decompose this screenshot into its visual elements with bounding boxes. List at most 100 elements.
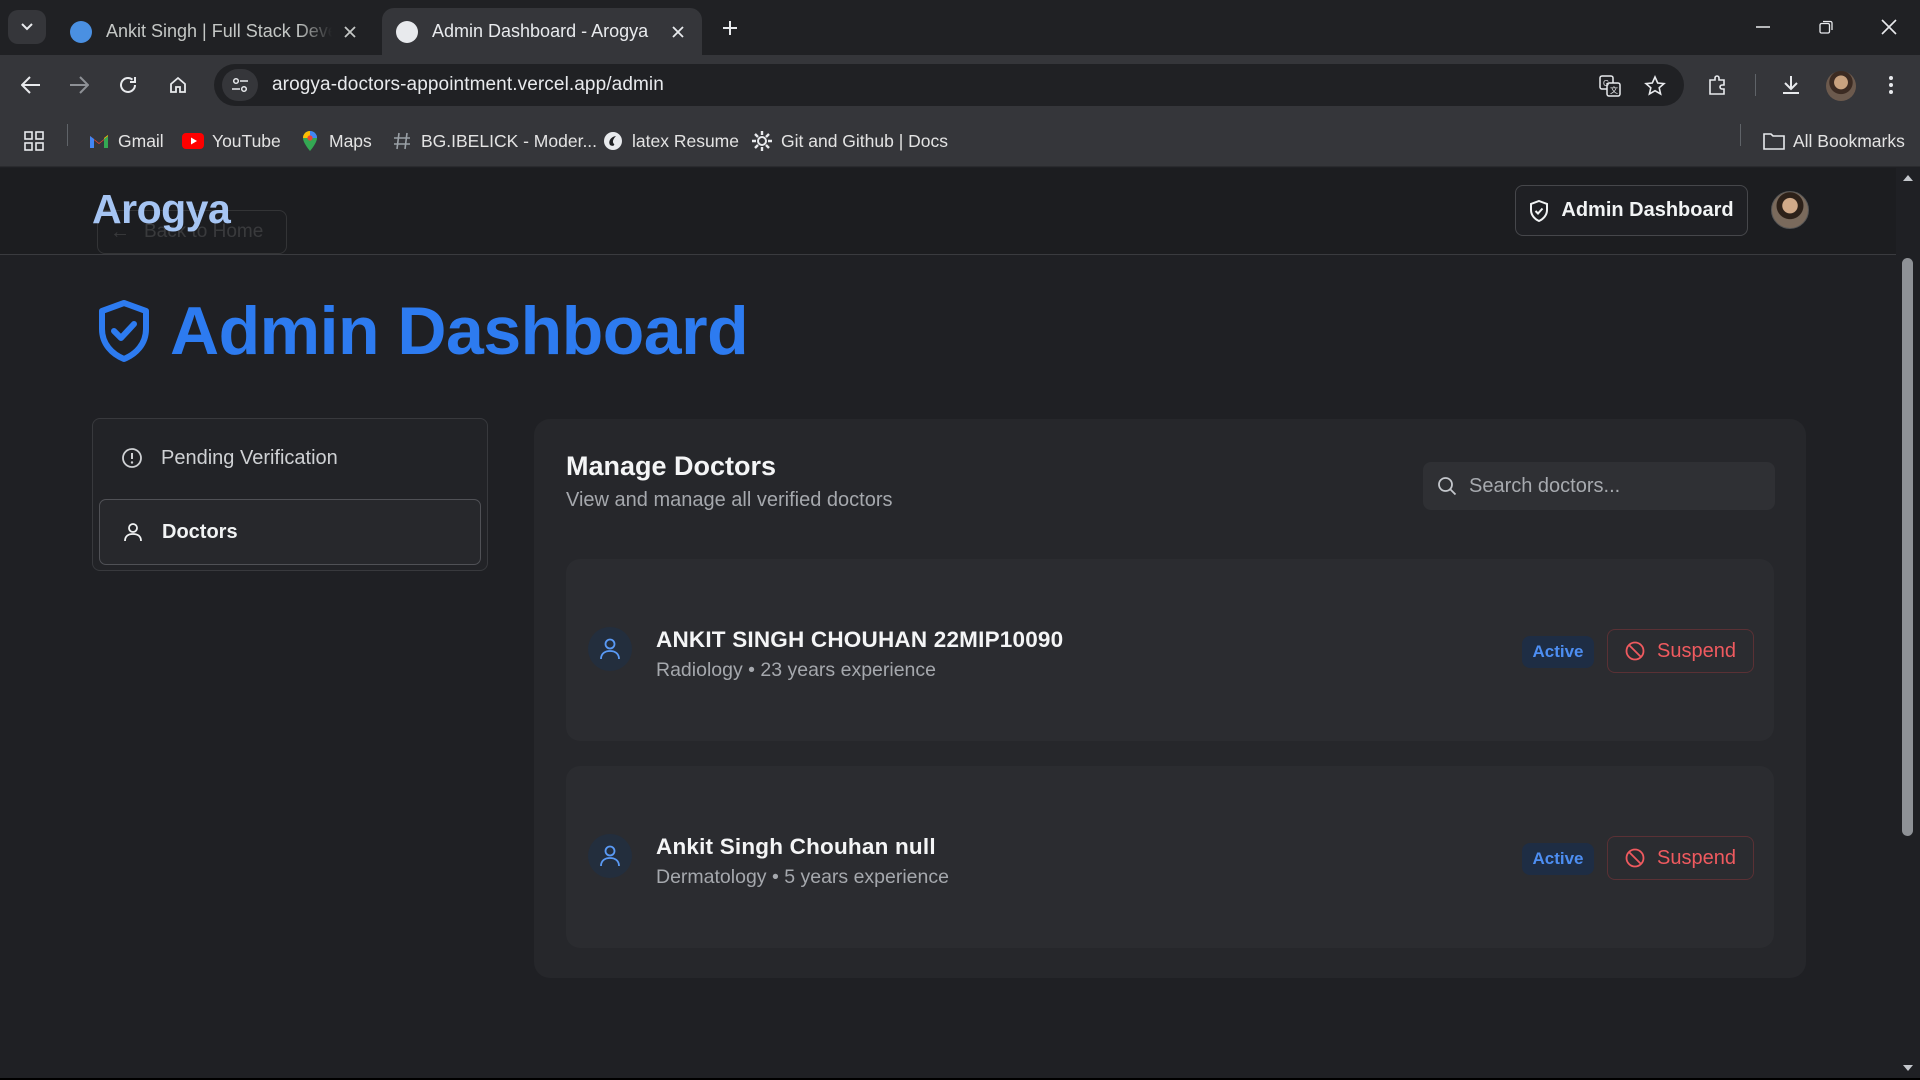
gmail-icon bbox=[88, 130, 110, 152]
home-icon bbox=[170, 76, 186, 93]
scrollbar-thumb[interactable] bbox=[1902, 258, 1913, 836]
profile-avatar-button[interactable] bbox=[1826, 71, 1856, 101]
url-text: arogya-doctors-appointment.vercel.app/ad… bbox=[272, 74, 664, 95]
scroll-up-icon[interactable] bbox=[1902, 173, 1914, 183]
doctor-specialty-experience: Dermatology • 5 years experience bbox=[656, 866, 949, 888]
folder-icon bbox=[1763, 130, 1785, 152]
suspend-button[interactable]: Suspend bbox=[1607, 629, 1754, 673]
shield-check-icon bbox=[99, 300, 149, 362]
suspend-label: Suspend bbox=[1657, 639, 1736, 662]
admin-sidebar: Pending Verification Doctors bbox=[92, 418, 488, 571]
puzzle-icon bbox=[1709, 75, 1725, 95]
new-tab-button[interactable] bbox=[716, 14, 744, 42]
kebab-menu-icon bbox=[1889, 76, 1893, 94]
user-icon bbox=[600, 638, 620, 660]
search-box bbox=[1423, 462, 1775, 510]
suspend-button[interactable]: Suspend bbox=[1607, 836, 1754, 880]
restore-window-button[interactable] bbox=[1803, 10, 1849, 44]
toolbar-divider bbox=[1755, 74, 1756, 96]
close-icon bbox=[1881, 19, 1897, 35]
tab-search-button[interactable] bbox=[8, 10, 46, 44]
reload-icon bbox=[120, 76, 136, 93]
arogya-favicon-icon bbox=[396, 20, 418, 43]
bookmark-label: Gmail bbox=[118, 130, 164, 151]
brand-logo[interactable]: Arogya bbox=[92, 186, 231, 233]
doctor-card: Ankit Singh Chouhan null Dermatology • 5… bbox=[566, 766, 1774, 948]
plus-icon bbox=[723, 21, 737, 35]
extensions-button[interactable] bbox=[1702, 69, 1734, 101]
sidebar-item-doctors[interactable]: Doctors bbox=[99, 499, 481, 565]
ban-icon bbox=[1625, 641, 1645, 661]
hash-icon bbox=[391, 130, 413, 152]
status-badge: Active bbox=[1522, 636, 1594, 668]
bookmarks-bar: Gmail YouTube Maps BG.IBELICK - Moder...… bbox=[0, 115, 1920, 167]
search-icon bbox=[1438, 477, 1457, 496]
forward-button[interactable] bbox=[63, 69, 95, 101]
youtube-icon bbox=[182, 130, 204, 152]
home-button[interactable] bbox=[162, 69, 194, 101]
apps-grid-icon bbox=[24, 131, 44, 151]
shield-icon bbox=[1530, 199, 1549, 222]
address-bar[interactable]: arogya-doctors-appointment.vercel.app/ad… bbox=[214, 64, 1684, 106]
suspend-label: Suspend bbox=[1657, 846, 1736, 869]
page-title-text: Admin Dashboard bbox=[170, 293, 749, 369]
arrow-left-icon bbox=[21, 76, 40, 94]
minimize-window-button[interactable] bbox=[1740, 10, 1786, 44]
user-icon bbox=[124, 523, 142, 542]
gear-icon bbox=[751, 130, 773, 152]
doctor-name: Ankit Singh Chouhan null bbox=[656, 834, 936, 859]
translate-icon[interactable]: G文 bbox=[1594, 70, 1626, 102]
all-bookmarks-button[interactable]: All Bookmarks bbox=[1763, 127, 1905, 155]
browser-toolbar: arogya-doctors-appointment.vercel.app/ad… bbox=[0, 55, 1920, 115]
sidebar-item-pending-verification[interactable]: Pending Verification bbox=[99, 425, 481, 491]
download-icon bbox=[1783, 76, 1799, 94]
tab-title: Ankit Singh | Full Stack Develop bbox=[106, 21, 332, 41]
doctor-avatar bbox=[588, 834, 632, 878]
bookmark-bgibelick[interactable]: BG.IBELICK - Moder... bbox=[391, 127, 597, 155]
admin-dashboard-label: Admin Dashboard bbox=[1561, 199, 1734, 221]
apps-button[interactable] bbox=[24, 127, 44, 155]
bookmark-latex-resume[interactable]: latex Resume bbox=[602, 127, 739, 155]
bookmark-label: YouTube bbox=[212, 130, 281, 151]
downloads-button[interactable] bbox=[1775, 69, 1807, 101]
search-doctors-input[interactable] bbox=[1469, 474, 1749, 498]
site-info-icon[interactable] bbox=[222, 69, 258, 101]
doctor-specialty-experience: Radiology • 23 years experience bbox=[656, 659, 936, 681]
restore-icon bbox=[1819, 20, 1833, 34]
browser-tabstrip: Ankit Singh | Full Stack Develop Admin D… bbox=[0, 0, 1920, 55]
status-badge: Active bbox=[1522, 843, 1594, 875]
bookmark-git-github-docs[interactable]: Git and Github | Docs bbox=[751, 127, 948, 155]
bookmark-maps[interactable]: Maps bbox=[299, 127, 372, 155]
browser-tab-portfolio[interactable]: Ankit Singh | Full Stack Develop bbox=[56, 8, 374, 55]
page-title: Admin Dashboard bbox=[96, 292, 749, 370]
all-bookmarks-label: All Bookmarks bbox=[1793, 130, 1905, 151]
back-button[interactable] bbox=[15, 69, 47, 101]
scroll-down-icon[interactable] bbox=[1902, 1063, 1914, 1073]
admin-dashboard-button[interactable]: Admin Dashboard bbox=[1515, 185, 1748, 236]
reload-button[interactable] bbox=[112, 69, 144, 101]
close-tab-icon[interactable] bbox=[340, 22, 360, 42]
section-subtitle: View and manage all verified doctors bbox=[566, 489, 893, 511]
briefcase-favicon-icon bbox=[70, 20, 92, 43]
close-window-button[interactable] bbox=[1866, 10, 1912, 44]
browser-tab-admin[interactable]: Admin Dashboard - Arogya bbox=[382, 8, 702, 55]
page-scrollbar[interactable] bbox=[1896, 168, 1920, 1080]
svg-text:G: G bbox=[1603, 79, 1609, 88]
alert-circle-icon bbox=[122, 448, 142, 468]
tab-title: Admin Dashboard - Arogya bbox=[432, 21, 649, 41]
sidebar-item-label: Pending Verification bbox=[161, 446, 338, 469]
bookmark-gmail[interactable]: Gmail bbox=[88, 127, 164, 155]
bookmark-label: Maps bbox=[329, 130, 372, 151]
browser-menu-button[interactable] bbox=[1875, 69, 1907, 101]
chevron-down-icon bbox=[21, 23, 33, 31]
user-avatar[interactable] bbox=[1771, 191, 1809, 229]
close-tab-icon[interactable] bbox=[668, 22, 688, 42]
doctor-name: ANKIT SINGH CHOUHAN 22MIP10090 bbox=[656, 627, 1064, 652]
doctor-avatar bbox=[588, 627, 632, 671]
bookmark-youtube[interactable]: YouTube bbox=[182, 127, 281, 155]
maps-icon bbox=[299, 130, 321, 152]
bookmark-label: BG.IBELICK - Moder... bbox=[421, 130, 598, 151]
manage-doctors-card: Manage Doctors View and manage all verif… bbox=[534, 419, 1806, 978]
bookmark-star-icon[interactable] bbox=[1639, 70, 1671, 102]
ban-icon bbox=[1625, 848, 1645, 868]
